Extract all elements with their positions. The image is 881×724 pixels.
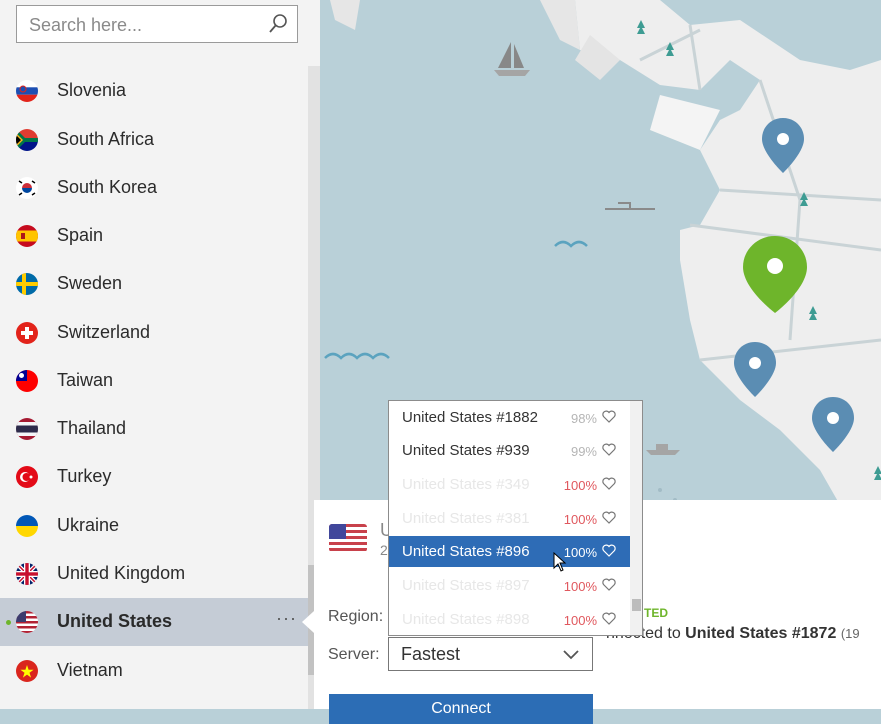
server-option[interactable]: United States #349 100% xyxy=(389,469,630,500)
vietnam-flag-icon xyxy=(16,660,38,682)
server-select[interactable]: Fastest xyxy=(388,637,593,671)
spain-flag-icon xyxy=(16,225,38,247)
server-load: 100% xyxy=(563,613,597,628)
taiwan-flag-icon xyxy=(16,370,38,392)
server-option-selected[interactable]: United States #896 100% xyxy=(389,536,630,567)
search-icon[interactable] xyxy=(267,13,289,40)
server-load: 98% xyxy=(570,411,597,426)
heart-icon[interactable] xyxy=(601,543,617,563)
turkey-flag-icon xyxy=(16,466,38,488)
south-africa-flag-icon xyxy=(16,129,38,151)
server-label: Server: xyxy=(328,646,380,663)
server-load: 100% xyxy=(563,478,597,493)
server-option-name: United States #898 xyxy=(402,611,530,628)
server-option-name: United States #349 xyxy=(402,476,530,493)
region-label: Region: xyxy=(328,608,384,625)
country-name: Switzerland xyxy=(57,322,151,342)
server-load: 99% xyxy=(570,444,597,459)
country-name: Thailand xyxy=(57,418,127,438)
sweden-flag-icon xyxy=(16,273,38,295)
server-dropdown-list: United States #1882 98% United States #9… xyxy=(388,400,643,636)
country-item-south-korea[interactable]: South Korea xyxy=(0,164,308,212)
heart-icon[interactable] xyxy=(601,510,617,530)
server-option-name: United States #939 xyxy=(402,442,530,459)
country-item-thailand[interactable]: Thailand xyxy=(0,405,308,453)
country-name: South Africa xyxy=(57,129,155,149)
country-name: South Korea xyxy=(57,177,158,197)
country-name: Turkey xyxy=(57,466,112,486)
country-name: Spain xyxy=(57,225,104,245)
country-item-turkey[interactable]: Turkey xyxy=(0,453,308,501)
country-name: Vietnam xyxy=(57,660,123,680)
country-name: United States xyxy=(57,611,173,631)
server-option-name: United States #896 xyxy=(402,543,530,560)
country-sidebar: Slovenia South Africa South Korea Spain … xyxy=(0,0,320,709)
country-item-spain[interactable]: Spain xyxy=(0,212,308,260)
server-option[interactable]: United States #1882 98% xyxy=(389,402,630,433)
server-option[interactable]: United States #898 100% xyxy=(389,604,630,635)
dropdown-scrollbar-thumb[interactable] xyxy=(632,599,641,611)
chevron-down-icon xyxy=(562,648,580,666)
status-ip: (19 xyxy=(840,626,860,641)
country-name: Ukraine xyxy=(57,515,120,535)
country-item-united-states[interactable]: United States ··· xyxy=(0,598,308,646)
server-option-name: United States #1882 xyxy=(402,409,538,426)
heart-icon[interactable] xyxy=(601,476,617,496)
heart-icon[interactable] xyxy=(601,577,617,597)
switzerland-flag-icon xyxy=(16,322,38,344)
panel-subtitle: 2 xyxy=(380,542,388,558)
more-options-button[interactable]: ··· xyxy=(276,608,297,629)
connected-indicator xyxy=(6,620,11,625)
country-item-switzerland[interactable]: Switzerland xyxy=(0,309,308,357)
connection-status-card: TED nnected to United States #1872 (19 xyxy=(604,590,881,658)
slovenia-flag-icon xyxy=(16,80,38,102)
server-option[interactable]: United States #939 99% xyxy=(389,435,630,466)
country-name: Taiwan xyxy=(57,370,114,390)
server-load: 100% xyxy=(563,512,597,527)
server-option[interactable]: United States #381 100% xyxy=(389,503,630,534)
thailand-flag-icon xyxy=(16,418,38,440)
server-load: 100% xyxy=(563,579,597,594)
status-line: nnected to United States #1872 (19 xyxy=(606,625,860,643)
united-states-flag-icon xyxy=(329,524,367,552)
country-name: Sweden xyxy=(57,273,123,293)
country-item-ukraine[interactable]: Ukraine xyxy=(0,502,308,550)
country-name: Slovenia xyxy=(57,80,127,100)
server-option-name: United States #381 xyxy=(402,510,530,527)
ukraine-flag-icon xyxy=(16,515,38,537)
heart-icon[interactable] xyxy=(601,442,617,462)
status-title: TED xyxy=(644,606,668,620)
country-item-sweden[interactable]: Sweden xyxy=(0,260,308,308)
mouse-cursor-icon xyxy=(553,551,567,577)
server-select-value: Fastest xyxy=(401,644,461,664)
country-name: United Kingdom xyxy=(57,563,186,583)
country-item-slovenia[interactable]: Slovenia xyxy=(0,67,308,115)
united-states-flag-icon xyxy=(16,611,38,633)
server-option[interactable]: United States #897 100% xyxy=(389,570,630,601)
status-server: United States #1872 xyxy=(685,625,837,642)
country-item-taiwan[interactable]: Taiwan xyxy=(0,357,308,405)
panel-pointer xyxy=(302,611,314,633)
south-korea-flag-icon xyxy=(16,177,38,199)
heart-icon[interactable] xyxy=(601,611,617,631)
server-option-name: United States #897 xyxy=(402,577,530,594)
united-kingdom-flag-icon xyxy=(16,563,38,585)
connect-button[interactable]: Connect xyxy=(329,694,593,724)
country-item-vietnam[interactable]: Vietnam xyxy=(0,647,308,695)
search-input[interactable] xyxy=(27,14,261,37)
country-item-south-africa[interactable]: South Africa xyxy=(0,116,308,164)
heart-icon[interactable] xyxy=(601,409,617,429)
search-box[interactable] xyxy=(16,5,298,43)
country-item-united-kingdom[interactable]: United Kingdom xyxy=(0,550,308,598)
